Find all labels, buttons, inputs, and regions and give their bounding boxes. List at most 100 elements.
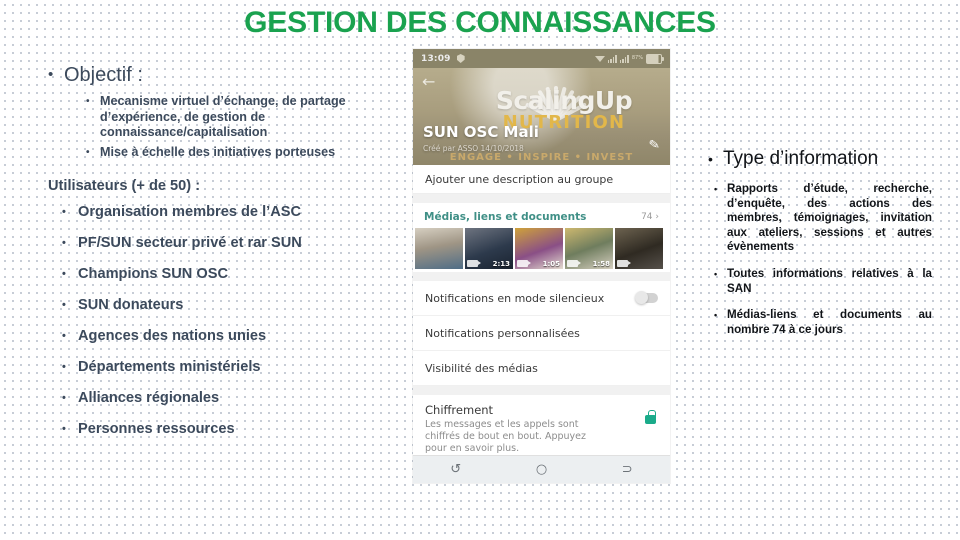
media-section-label: Médias, liens et documents [424,211,587,223]
banner-tagline: ENGAGE • INSPIRE • INVEST [449,152,634,163]
setting-custom-notifications[interactable]: Notifications personnalisées [413,316,670,351]
bullet-icon: • [86,96,90,107]
setting-media-visibility[interactable]: Visibilité des médias [413,351,670,386]
scaling-up-logo-text: ScalingUp [495,86,633,115]
list-item: • Mise à échelle des initiatives porteus… [86,145,412,161]
bullet-icon: • [62,423,66,436]
setting-label: Notifications en mode silencieux [425,291,605,305]
page-title: GESTION DES CONNAISSANCES [244,6,716,39]
home-icon[interactable]: ○ [536,462,547,477]
video-duration-label: 1:58 [592,260,610,268]
bullet-icon: • [708,151,713,167]
objective-heading-label: Objectif : [64,64,143,86]
group-created-label: Créé par ASSO 14/10/2018 [423,144,524,153]
user-item-label: PF/SUN secteur privé et rar SUN [78,235,302,252]
signal-icon [607,54,617,63]
bullet-icon: • [86,146,90,158]
setting-label: Notifications personnalisées [425,326,580,340]
user-item-label: Agences des nations unies [78,328,267,345]
status-bar-clock: 13:09 [421,53,451,64]
setting-label: Visibilité des médias [425,361,538,375]
user-item-label: Alliances régionales [78,390,220,407]
objective-point-2: Mise à échelle des initiatives porteuses [100,144,336,159]
information-item-3: Médias-liens et documents au nombre 74 à… [727,308,932,336]
bullet-icon: • [714,184,718,194]
setting-silent-notifications[interactable]: Notifications en mode silencieux [413,281,670,316]
information-type-heading-label: Type d’information [723,148,879,169]
list-item: • Agences des nations unies [62,326,412,346]
android-navigation-bar: ↺ ○ ⊃ [413,455,670,483]
bullet-icon: • [62,330,66,343]
phone-screenshot-image: 13:09 87% ScalingUp NUTRITION ENGAGE • I… [413,49,670,483]
list-item: • Organisation membres de l’ASC [62,202,412,222]
users-list: • Organisation membres de l’ASC • PF/SUN… [34,202,412,439]
bullet-icon: • [62,299,66,312]
user-item-label: Organisation membres de l’ASC [78,204,302,221]
media-thumbnail[interactable]: 2:13 [465,228,513,269]
video-camera-icon [517,260,531,267]
video-duration-label: 2:13 [492,260,510,268]
users-heading: Utilisateurs (+ de 50) : [48,178,201,195]
list-item: • Mecanisme virtuel d’échange, de partag… [86,94,412,141]
media-thumbnail[interactable] [615,228,663,269]
section-divider [413,194,670,203]
bullet-icon: • [62,237,66,250]
add-group-description-label: Ajouter une description au groupe [425,172,614,186]
back-arrow-icon[interactable]: ← [422,74,435,90]
list-item: • Champions SUN OSC [62,264,412,284]
battery-percent-label: 87% [631,55,643,61]
list-item: • Personnes ressources [62,419,412,439]
information-item-2: Toutes informations relatives à la SAN [727,266,932,295]
status-bar-indicators: 87% [594,53,664,64]
media-section-header[interactable]: Médias, liens et documents 74 › [413,203,670,228]
video-camera-icon [617,260,631,267]
edit-pencil-icon[interactable]: ✎ [648,137,661,153]
recents-icon[interactable]: ↺ [450,462,461,477]
silent-notifications-toggle[interactable] [635,291,658,304]
list-item: • Médias-liens et documents au nombre 74… [714,308,950,337]
list-item: • Départements ministériels [62,357,412,377]
section-divider [413,386,670,395]
video-camera-icon [467,260,481,267]
back-icon[interactable]: ⊃ [622,462,633,477]
battery-icon [646,53,664,64]
slide-canvas: GESTION DES CONNAISSANCES • Objectif : •… [0,0,960,540]
video-camera-icon [567,260,581,267]
bullet-icon: • [62,392,66,405]
left-content-column: • Objectif : • Mecanisme virtuel d’échan… [34,62,412,450]
lock-icon [645,410,656,424]
right-content-column: • Type d’information • Rapports d’étude,… [700,146,950,349]
user-item-label: SUN donateurs [78,297,184,314]
encryption-description: Les messages et les appels sont chiffrés… [425,419,586,454]
media-thumbnail[interactable] [415,228,463,269]
media-thumbnail[interactable]: 1:05 [515,228,563,269]
bullet-icon: • [714,268,718,279]
objective-heading: • Objectif : [48,62,412,88]
user-item-label: Départements ministériels [78,359,261,376]
bullet-icon: • [48,66,54,83]
bullet-icon: • [714,310,718,321]
list-item: • Alliances régionales [62,388,412,408]
group-name-label: SUN OSC Mali [423,123,539,141]
bullet-icon: • [62,361,66,374]
bullet-icon: • [62,206,66,219]
group-banner: ScalingUp NUTRITION ENGAGE • INSPIRE • I… [413,68,670,165]
user-item-label: Champions SUN OSC [78,266,229,283]
objective-sublist: • Mecanisme virtuel d’échange, de partag… [86,94,412,160]
wifi-icon [594,55,605,62]
list-item: • PF/SUN secteur privé et rar SUN [62,233,412,253]
information-item-1: Rapports d’étude, recherche, d’enquête, … [727,182,932,254]
media-thumbnail[interactable]: 1:58 [565,228,613,269]
add-group-description-row[interactable]: Ajouter une description au groupe [413,165,670,194]
signal-icon-secondary [619,54,629,63]
encryption-title: Chiffrement [425,403,494,417]
list-item: • Toutes informations relatives à la SAN [714,267,950,296]
objective-point-1: Mecanisme virtuel d’échange, de partage … [100,94,346,140]
section-divider [413,272,670,281]
list-item: • Rapports d’étude, recherche, d’enquête… [714,182,950,255]
video-duration-label: 1:05 [542,260,560,268]
information-type-heading: • Type d’information [708,146,950,172]
phone-status-bar: 13:09 87% [413,49,670,68]
list-item: • SUN donateurs [62,295,412,315]
user-item-label: Personnes ressources [78,421,235,438]
